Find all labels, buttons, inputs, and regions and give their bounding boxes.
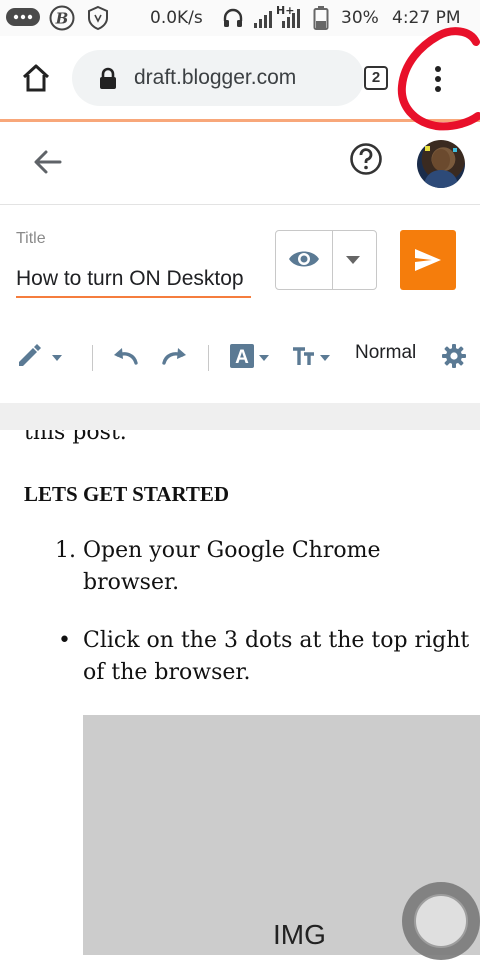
list-item: Click on the 3 dots at the top right of … <box>83 628 470 685</box>
network-speed: 0.0K/s <box>150 8 203 28</box>
svg-text:B: B <box>55 10 69 28</box>
list-item: Open your Google Chrome browser. <box>83 538 381 595</box>
back-arrow-icon[interactable] <box>32 148 64 176</box>
bullet-marker: • <box>58 628 71 653</box>
publish-button[interactable] <box>400 230 456 290</box>
send-icon <box>414 248 442 272</box>
floating-action-button[interactable] <box>402 882 480 960</box>
formatting-toolbar: A Normal <box>0 325 480 385</box>
text-color-icon[interactable]: A <box>229 343 271 369</box>
url-text: draft.blogger.com <box>134 66 297 89</box>
scrolled-text: this post. <box>24 430 127 445</box>
clock: 4:27 PM <box>392 8 461 28</box>
paragraph-style-dropdown[interactable]: Normal <box>355 342 416 364</box>
avatar[interactable] <box>417 140 465 188</box>
eye-icon[interactable] <box>287 247 321 271</box>
title-field[interactable]: How to turn ON Desktop <box>16 262 251 298</box>
editor-header <box>0 122 480 205</box>
b-badge-icon: B <box>48 0 76 36</box>
browser-toolbar: draft.blogger.com 2 <box>0 36 480 120</box>
editor-separator <box>0 403 480 433</box>
help-icon[interactable] <box>349 142 383 176</box>
preview-button-group <box>275 230 377 290</box>
toolbar-divider <box>208 345 209 371</box>
pencil-icon[interactable] <box>16 343 64 369</box>
battery-percent: 30% <box>341 8 379 28</box>
chat-bubble-icon <box>4 0 42 36</box>
shield-icon <box>86 0 110 36</box>
status-bar: B 0.0K/s H+ 30% 4:27 PM <box>0 0 480 36</box>
font-size-icon[interactable] <box>292 344 334 368</box>
settings-gear-icon[interactable] <box>441 343 467 369</box>
content-heading: LETS GET STARTED <box>24 482 230 506</box>
image-placeholder-label: IMG <box>273 919 326 950</box>
undo-icon[interactable] <box>112 345 140 367</box>
fab-inner-circle <box>414 894 468 948</box>
battery-icon <box>313 0 329 36</box>
list-number: 1. <box>55 538 76 563</box>
lock-icon <box>98 67 118 91</box>
redo-icon[interactable] <box>160 345 188 367</box>
chevron-down-icon[interactable] <box>345 255 361 265</box>
network-type: H+ <box>276 3 295 17</box>
post-body-editor[interactable]: this post. LETS GET STARTED 1. Open your… <box>0 430 480 960</box>
svg-text:A: A <box>235 347 249 368</box>
url-bar[interactable]: draft.blogger.com <box>72 50 364 106</box>
more-menu-icon[interactable] <box>426 64 450 94</box>
title-label: Title <box>16 230 46 247</box>
home-icon[interactable] <box>20 62 52 94</box>
toolbar-divider <box>92 345 93 371</box>
tab-switcher-icon[interactable]: 2 <box>364 66 388 90</box>
preview-divider <box>332 231 333 289</box>
headphones-icon <box>221 0 245 36</box>
